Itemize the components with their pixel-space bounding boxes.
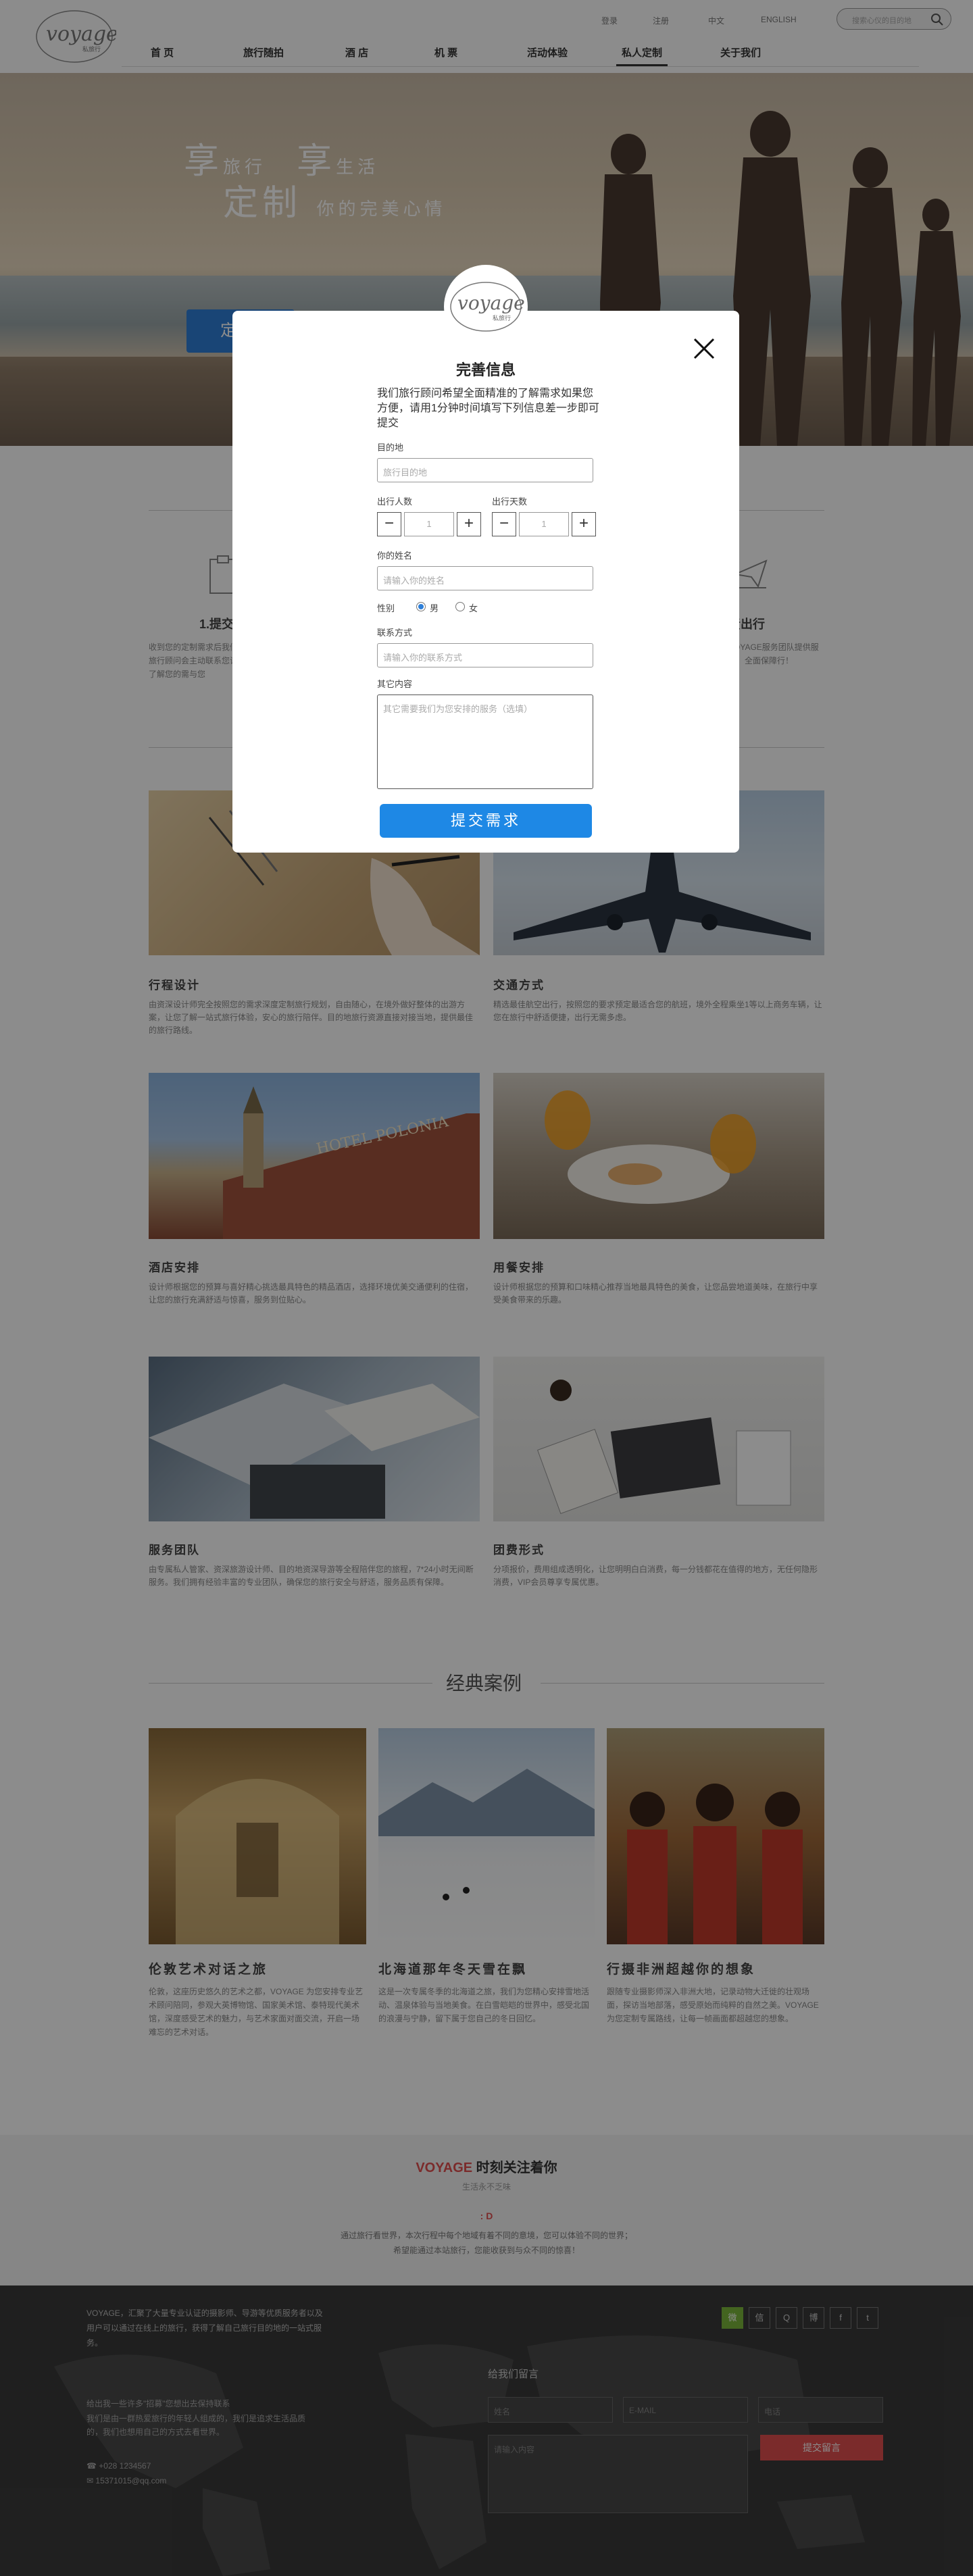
people-minus-button[interactable]: − [377, 512, 401, 536]
destination-input[interactable]: 旅行目的地 [377, 458, 593, 482]
submit-request-button[interactable]: 提交需求 [380, 804, 592, 838]
info-modal: voyage 私旅行 完善信息 我们旅行顾问希望全面精准的了解需求如果您方便，请… [232, 265, 739, 853]
modal-title: 完善信息 [455, 361, 516, 378]
modal-intro: 我们旅行顾问希望全面精准的了解需求如果您方便，请用1分钟时间填写下列信息差一步即… [377, 388, 599, 429]
people-label: 出行人数 [377, 497, 413, 507]
modal-logo-mark: voyage 私旅行 [445, 266, 526, 347]
radio-unchecked-icon [455, 602, 465, 611]
gender-label: 性别 [377, 603, 395, 613]
modal-logo-text: voyage [457, 292, 525, 314]
days-plus-button[interactable]: + [572, 512, 596, 536]
people-stepper: − 1 + [377, 512, 481, 536]
male-label: 男 [430, 603, 439, 613]
radio-checked-icon [416, 602, 426, 611]
name-label: 你的姓名 [377, 551, 413, 561]
days-stepper: − 1 + [492, 512, 596, 536]
days-label: 出行天数 [492, 497, 528, 507]
modal-logo: voyage 私旅行 [444, 265, 528, 349]
other-textarea[interactable]: 其它需要我们为您安排的服务（选填） [377, 694, 593, 789]
people-value[interactable]: 1 [404, 512, 454, 536]
name-input[interactable]: 请输入你的姓名 [377, 566, 593, 590]
contact-input[interactable]: 请输入你的联系方式 [377, 643, 593, 667]
days-value[interactable]: 1 [519, 512, 569, 536]
people-plus-button[interactable]: + [457, 512, 481, 536]
modal-logo-sub: 私旅行 [493, 314, 511, 322]
contact-label: 联系方式 [377, 628, 413, 638]
destination-label: 目的地 [377, 443, 404, 453]
other-label: 其它内容 [377, 679, 413, 689]
days-minus-button[interactable]: − [492, 512, 516, 536]
female-label: 女 [469, 603, 478, 613]
